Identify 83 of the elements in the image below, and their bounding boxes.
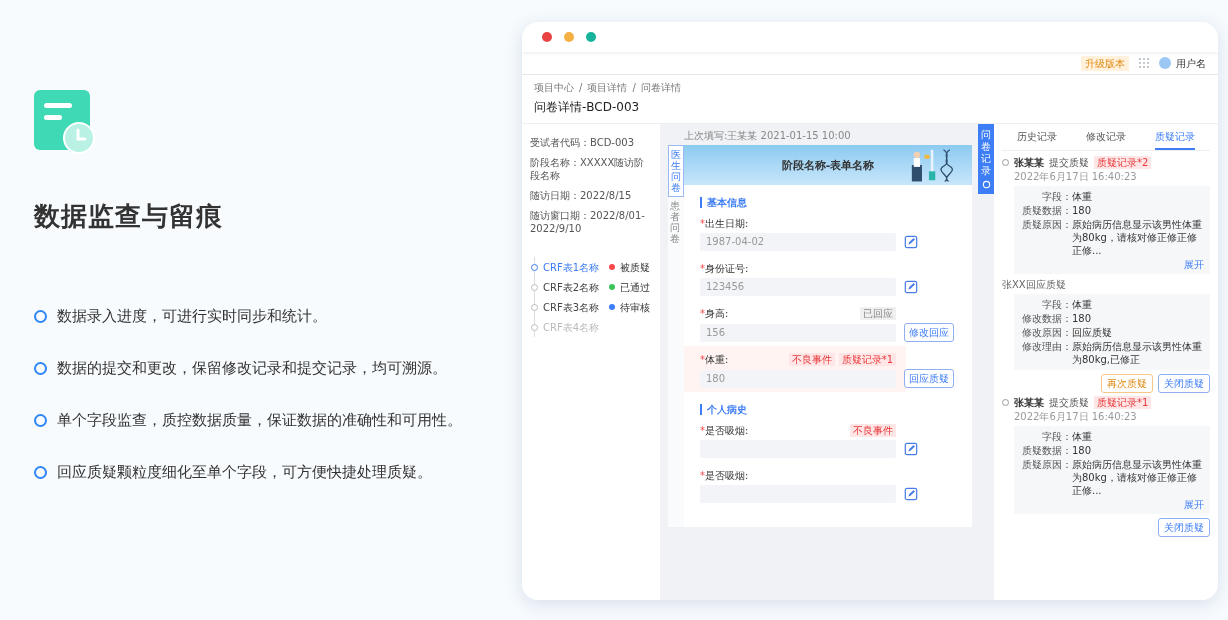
detail-label: 修改原因：: [1021, 326, 1072, 339]
detail-value: 原始病历信息显示该男性体重为80kg，请核对修正修正修正修...: [1072, 458, 1203, 497]
feature-text: 数据的提交和更改，保留修改记录和提交记录，均可溯源。: [57, 358, 447, 378]
side-tab[interactable]: 医生问卷: [668, 145, 684, 197]
section-title: 基本信息: [700, 197, 747, 208]
detail-label: 质疑数据：: [1021, 444, 1072, 457]
breadcrumb-separator: /: [632, 81, 636, 94]
detail-value: 体重: [1072, 298, 1092, 311]
detail-value: 原始病历信息显示该男性体重为80kg,已修正: [1072, 340, 1203, 366]
input-field[interactable]: 123456: [700, 278, 896, 296]
input-field[interactable]: 1987-04-02: [700, 233, 896, 251]
side-tab[interactable]: 患者问卷: [668, 197, 682, 247]
field-label: *是否吸烟:: [700, 468, 749, 482]
field-tag: 质疑记录*1: [838, 352, 896, 366]
input-field[interactable]: 156: [700, 323, 896, 342]
timestamp: 2022年6月17日 16:40:23: [1014, 410, 1138, 423]
detail-label: 质疑原因：: [1021, 458, 1072, 472]
last-edit-text: 上次填写:王某某 2021-01-15 10:00: [684, 129, 852, 142]
expand-link[interactable]: 展开: [1184, 499, 1204, 510]
status-text: 被质疑: [620, 260, 650, 274]
response-title: 张XX回应质疑: [1002, 278, 1067, 291]
user-name: 张某某: [1014, 156, 1044, 169]
feature-text: 数据录入进度，可进行实时同步和统计。: [57, 306, 327, 326]
detail-label: 质疑原因：: [1021, 218, 1072, 232]
field-tag: 已回应: [860, 306, 896, 320]
detail-label: 修改理由：: [1021, 340, 1072, 354]
field-label: *是否吸烟:: [700, 423, 749, 437]
info-text: 随访窗口期：2022/8/01-2022/9/10: [530, 209, 646, 235]
query-tag: 质疑记录*1: [1094, 396, 1152, 409]
section-title: 个人病史: [700, 404, 747, 415]
detail-label: 字段：: [1041, 190, 1072, 203]
detail-value: 体重: [1072, 430, 1092, 443]
detail-value: 回应质疑: [1072, 326, 1112, 339]
status-text: 待审核: [620, 300, 650, 314]
query-tag: 质疑记录*2: [1094, 156, 1152, 169]
feature-heading: 数据监查与留痕: [34, 200, 224, 233]
crf-form-link[interactable]: CRF表1名称: [543, 260, 609, 274]
record-action-button[interactable]: 再次质疑: [1101, 374, 1153, 393]
breadcrumb-separator: /: [579, 81, 583, 94]
feature-text: 单个字段监查，质控数据质量，保证数据的准确性和可用性。: [57, 410, 462, 430]
detail-label: 字段：: [1041, 430, 1072, 443]
timestamp: 2022年6月17日 16:40:23: [1014, 170, 1138, 183]
field-label: *体重:: [700, 352, 729, 366]
field-action-button[interactable]: 回应质疑: [904, 369, 954, 388]
status-text: 已通过: [620, 280, 650, 294]
form-title: 阶段名称-表单名称: [781, 158, 875, 172]
breadcrumb-link[interactable]: 问卷详情: [640, 81, 681, 94]
info-text: 受试者代码：BCD-003: [530, 136, 636, 149]
record-tab[interactable]: 历史记录: [1016, 130, 1057, 150]
expand-link[interactable]: 展开: [1184, 259, 1204, 270]
field-action-button[interactable]: 修改回应: [904, 323, 954, 342]
info-text: 随访日期：2022/8/15: [530, 189, 633, 202]
user-name: 张某某: [1014, 396, 1044, 409]
feature-text: 回应质疑颗粒度细化至单个字段，可方便快捷处理质疑。: [57, 462, 432, 482]
detail-label: 修改数据：: [1021, 312, 1072, 325]
detail-label: 质疑数据：: [1021, 204, 1072, 217]
crf-form-link[interactable]: CRF表2名称: [543, 280, 609, 294]
detail-value: 180: [1072, 204, 1092, 217]
record-action-button[interactable]: 关闭质疑: [1158, 374, 1210, 393]
breadcrumb-link[interactable]: 项目详情: [587, 81, 628, 94]
detail-value: 180: [1072, 312, 1092, 325]
breadcrumb-link[interactable]: 项目中心: [534, 81, 574, 94]
action-text: 提交质疑: [1049, 396, 1089, 409]
crf-form-link[interactable]: CRF表3名称: [543, 300, 609, 314]
page-title: 问卷详情-BCD-003: [534, 100, 641, 115]
field-tag: 不良事件: [850, 423, 896, 437]
record-side-tab[interactable]: 问卷记录: [978, 124, 994, 194]
detail-value: 体重: [1072, 190, 1092, 203]
input-field[interactable]: 180: [700, 369, 896, 388]
info-text: 阶段名称：XXXXX随访阶段名称: [530, 156, 646, 182]
field-label: *出生日期:: [700, 216, 749, 230]
record-action-button[interactable]: 关闭质疑: [1158, 518, 1210, 537]
detail-value: 180: [1072, 444, 1092, 457]
version-badge[interactable]: 升级版本: [1081, 55, 1129, 71]
field-tag: 不良事件: [788, 352, 835, 366]
detail-value: 原始病历信息显示该男性体重为80kg，请核对修正修正修正修...: [1072, 218, 1203, 257]
action-text: 提交质疑: [1049, 156, 1089, 169]
field-label: *身份证号:: [700, 261, 749, 275]
user-name[interactable]: 用户名: [1176, 56, 1206, 70]
detail-label: 字段：: [1041, 298, 1072, 311]
field-label: *身高:: [700, 306, 729, 320]
record-tab[interactable]: 修改记录: [1086, 130, 1126, 150]
record-tab[interactable]: 质疑记录: [1155, 130, 1196, 150]
